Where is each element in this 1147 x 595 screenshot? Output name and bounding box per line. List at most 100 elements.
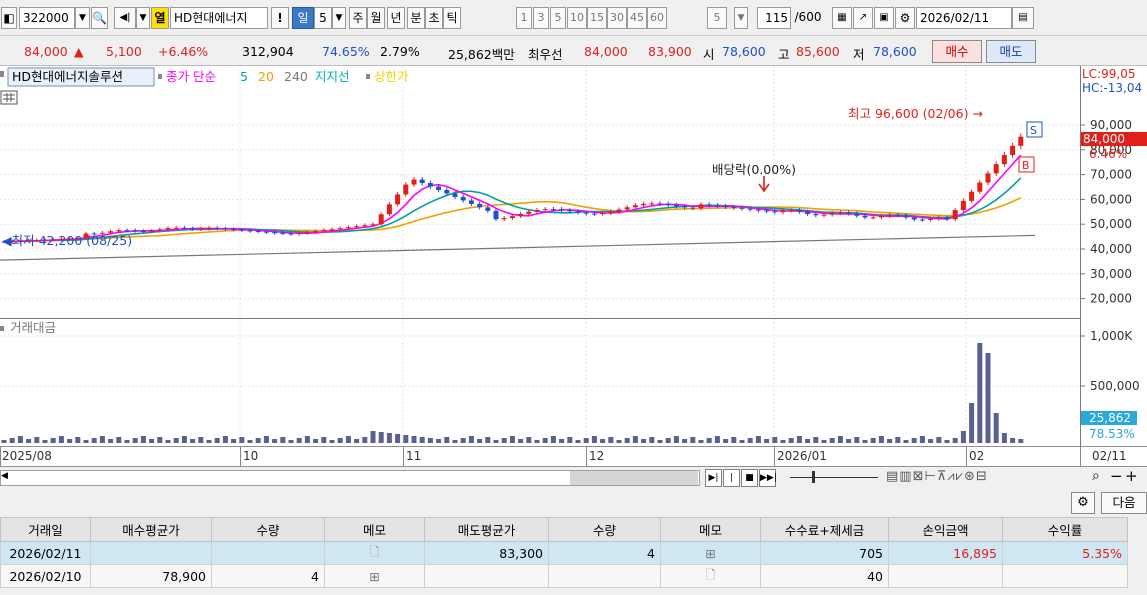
interval-1[interactable]: 1 [516,7,532,29]
legend-limit[interactable]: 상한가 [374,69,409,84]
volume-bar [665,438,671,443]
period-dropdown-icon[interactable]: ▼ [332,7,346,29]
memo-add-icon[interactable]: ⊞ [705,546,715,561]
period-second-button[interactable]: 초 [425,7,443,29]
highlight-badge[interactable]: 열 [151,7,169,29]
memo-icon[interactable]: 🗋 [705,567,715,582]
cell-memo[interactable]: ⊞ [324,564,425,588]
draw-line-icon[interactable]: ↗ [853,7,873,29]
cell-return[interactable]: 5.35% [1002,541,1128,565]
cell-profit[interactable] [888,564,1003,588]
gear-icon[interactable]: ⚙ [1071,492,1095,514]
stop-icon[interactable]: ■ [741,469,758,487]
period-tick-button[interactable]: 틱 [443,7,461,29]
legend-ma5[interactable]: 5 [240,69,248,84]
table-row[interactable]: 2026/02/11 🗋 83,300 4 ⊞ 705 16,895 5.35% [0,541,1128,565]
rewind-icon[interactable]: |◀◀ [723,469,740,499]
period-number[interactable]: 5 [314,7,332,29]
col-header[interactable]: 수량 [211,517,325,542]
period-day-button[interactable]: 일 [292,7,314,29]
cell-profit[interactable]: 16,895 [888,541,1003,565]
save-icon[interactable]: ▣ [874,7,894,29]
cell-memo[interactable]: 🗋 [324,541,425,565]
cell-sell-avg[interactable] [424,564,549,588]
buy-button[interactable]: 매수 [932,40,982,63]
col-header[interactable]: 거래일 [0,517,91,542]
zoom-search-icon[interactable]: ⌕ [1092,468,1100,484]
cell-buy-avg[interactable] [90,541,212,565]
interval-45[interactable]: 45 [627,7,647,29]
interval-3[interactable]: 3 [533,7,549,29]
code-dropdown-icon[interactable]: ▼ [75,7,90,29]
cell-sell-qty[interactable] [548,564,661,588]
period-year-button[interactable]: 년 [387,7,405,29]
prev-stock-icon[interactable]: ◀| [114,7,136,29]
interval-30[interactable]: 30 [607,7,627,29]
table-row[interactable]: 2026/02/10 78,900 4 ⊞ 🗋 40 [0,564,1128,588]
col-header[interactable]: 매도평균가 [424,517,549,542]
interval-dropdown-icon[interactable]: ▼ [734,7,748,29]
legend-ma20[interactable]: 20 [258,69,274,84]
cell-fee[interactable]: 705 [760,541,889,565]
forward-icon[interactable]: ▶▶| [759,469,777,487]
col-header[interactable]: 손익금액 [888,517,1003,542]
volume-bar [222,436,228,443]
cell-sell-avg[interactable]: 83,300 [424,541,549,565]
interval-15[interactable]: 15 [587,7,607,29]
zoom-slider[interactable] [790,477,878,478]
scroll-left-icon[interactable]: ◀ [1,471,8,481]
cell-fee[interactable]: 40 [760,564,889,588]
period-month-button[interactable]: 월 [367,7,385,29]
search-icon[interactable]: 🔍 [91,7,108,29]
memo-add-icon[interactable]: ⊞ [369,569,379,584]
table-toggle-icon[interactable] [0,90,18,105]
cell-date[interactable]: 2026/02/11 [0,541,91,565]
next-button[interactable]: 다음 [1101,492,1147,514]
interval-5[interactable]: 5 [550,7,566,29]
zoom-out-icon[interactable]: − [1110,467,1123,485]
cell-memo[interactable]: 🗋 [660,564,761,588]
volume-bar [624,438,630,443]
gear-icon[interactable]: ⚙ [895,7,915,29]
volume-bar [108,439,114,443]
col-header[interactable]: 메모 [660,517,761,542]
stock-name-field[interactable]: HD현대에너지 [170,7,268,29]
cell-buy-avg[interactable]: 78,900 [90,564,212,588]
interval-select[interactable]: 5 [707,7,727,29]
period-week-button[interactable]: 주 [349,7,367,29]
scroll-thumb[interactable] [570,471,698,485]
panel-icon[interactable]: ◧ [1,7,17,29]
cell-date[interactable]: 2026/02/10 [0,564,91,588]
legend-support[interactable]: 지지선 [315,69,350,84]
zoom-slider-handle[interactable] [812,471,815,483]
zoom-in-icon[interactable]: + [1125,467,1138,485]
interval-10[interactable]: 10 [567,7,587,29]
legend-ma240[interactable]: 240 [284,69,308,84]
price-chart[interactable]: 90,000 80,000 70,000 60,000 50,000 40,000 30,0… [0,66,1147,446]
alert-button[interactable]: ! [271,7,289,29]
legend-close[interactable]: 종가 단순 [166,69,216,84]
cell-buy-qty[interactable] [211,541,325,565]
history-dropdown-icon[interactable]: ▼ [136,7,150,29]
date-input[interactable]: 2026/02/11 [916,7,1012,29]
calendar-icon[interactable]: ▤ [1012,7,1034,29]
cell-sell-qty[interactable]: 4 [548,541,661,565]
col-header[interactable]: 매수평균가 [90,517,212,542]
indicator-icon[interactable]: ▦ [832,7,852,29]
period-minute-button[interactable]: 분 [407,7,425,29]
bar-count-input[interactable]: 115 [757,7,791,29]
play-icon[interactable]: ▶| [705,469,722,487]
volume-bar [280,437,286,443]
cell-return[interactable] [1002,564,1128,588]
sell-button[interactable]: 매도 [986,40,1036,63]
memo-icon[interactable]: 🗋 [369,544,379,559]
interval-60[interactable]: 60 [647,7,667,29]
col-header[interactable]: 수익률 [1002,517,1128,542]
cell-buy-qty[interactable]: 4 [211,564,325,588]
col-header[interactable]: 수수료+제세금 [760,517,889,542]
col-header[interactable]: 메모 [324,517,425,542]
cell-memo[interactable]: ⊞ [660,541,761,565]
col-header[interactable]: 수량 [548,517,661,542]
chart-tools-icons[interactable]: ▤▥⊠⊢⊼⩘⩗⊛⊟ [886,469,988,484]
stock-code-input[interactable]: 322000 [19,7,75,29]
